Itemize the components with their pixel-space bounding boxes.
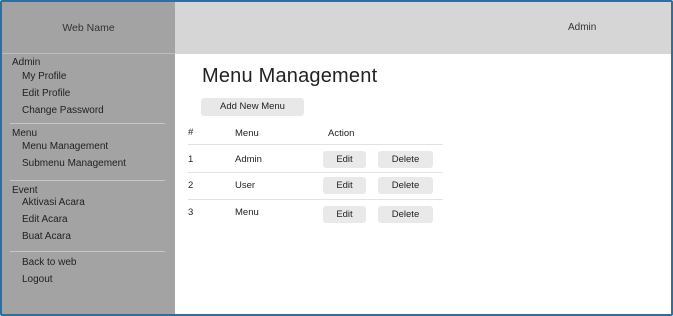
topbar: Admin	[175, 2, 671, 54]
sidebar-section-footer: Back to web Logout	[2, 257, 175, 285]
sidebar-section-event: Event Aktivasi Acara Edit Acara Buat Aca…	[2, 185, 175, 242]
sidebar-item-logout[interactable]: Logout	[2, 274, 175, 285]
sidebar-item-edit-acara[interactable]: Edit Acara	[2, 214, 175, 225]
column-header-menu: Menu	[235, 128, 259, 139]
row-menu-name: User	[235, 180, 256, 191]
app-window: Web Name Admin My Profile Edit Profile C…	[0, 0, 673, 316]
table-row: 1 Admin Edit Delete	[188, 149, 443, 171]
row-menu-name: Menu	[235, 207, 259, 218]
brand-name[interactable]: Web Name	[2, 2, 175, 54]
row-number: 3	[188, 207, 194, 218]
sidebar-item-change-password[interactable]: Change Password	[2, 105, 175, 116]
page-title: Menu Management	[202, 65, 378, 87]
edit-button[interactable]: Edit	[323, 151, 366, 168]
user-menu[interactable]: Admin	[568, 2, 596, 54]
sidebar-item-submenu-management[interactable]: Submenu Management	[2, 158, 175, 169]
sidebar-divider	[10, 251, 165, 252]
column-header-action: Action	[328, 128, 355, 139]
column-header-number: #	[188, 127, 194, 138]
sidebar-item-back-to-web[interactable]: Back to web	[2, 257, 175, 268]
sidebar-heading-menu: Menu	[12, 128, 38, 139]
row-number: 1	[188, 154, 194, 165]
sidebar-item-buat-acara[interactable]: Buat Acara	[2, 231, 175, 242]
sidebar-heading-event: Event	[12, 185, 38, 196]
delete-button[interactable]: Delete	[378, 206, 433, 223]
edit-button[interactable]: Edit	[323, 177, 366, 194]
sidebar-item-my-profile[interactable]: My Profile	[2, 71, 175, 82]
sidebar-heading-admin: Admin	[12, 57, 41, 68]
row-divider	[188, 144, 443, 145]
sidebar-section-menu: Menu Menu Management Submenu Management	[2, 128, 175, 169]
sidebar-item-menu-management[interactable]: Menu Management	[2, 141, 175, 152]
table-header: # Menu Action	[188, 124, 443, 142]
sidebar-section-admin: Admin My Profile Edit Profile Change Pas…	[2, 57, 175, 116]
sidebar: Web Name Admin My Profile Edit Profile C…	[2, 2, 175, 314]
add-new-menu-button[interactable]: Add New Menu	[201, 98, 304, 116]
row-menu-name: Admin	[235, 154, 262, 165]
table-row: 3 Menu Edit Delete	[188, 202, 443, 228]
sidebar-item-aktivasi-acara[interactable]: Aktivasi Acara	[2, 197, 175, 208]
sidebar-divider	[10, 123, 165, 124]
delete-button[interactable]: Delete	[378, 151, 433, 168]
delete-button[interactable]: Delete	[378, 177, 433, 194]
row-divider	[188, 199, 443, 200]
table-row: 2 User Edit Delete	[188, 176, 443, 198]
edit-button[interactable]: Edit	[323, 206, 366, 223]
row-number: 2	[188, 180, 194, 191]
sidebar-divider	[10, 180, 165, 181]
sidebar-item-edit-profile[interactable]: Edit Profile	[2, 88, 175, 99]
row-divider	[188, 172, 443, 173]
